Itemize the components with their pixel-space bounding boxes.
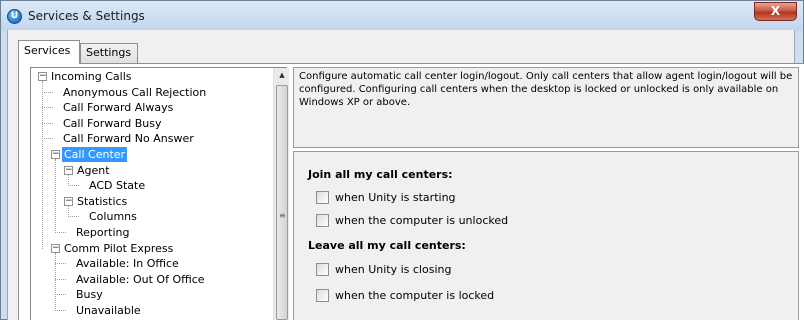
tree-item-call-forward-always[interactable]: Call Forward Always — [31, 100, 281, 115]
tree-item-label[interactable]: Busy — [74, 287, 105, 302]
tree-item-label[interactable]: Call Forward No Answer — [61, 131, 196, 146]
tree-item-anonymous-call-rejection[interactable]: Anonymous Call Rejection — [31, 85, 281, 100]
unity-app-icon: U — [7, 9, 22, 24]
tree-item-call-forward-busy[interactable]: Call Forward Busy — [31, 116, 281, 131]
leave-on-close-label[interactable]: when Unity is closing — [335, 263, 451, 276]
collapse-toggle-icon[interactable]: − — [51, 243, 60, 253]
window-title: Services & Settings — [28, 9, 145, 23]
services-tree[interactable]: − Incoming Calls Anonymous Call Rejection C… — [30, 67, 287, 320]
tree-item-label[interactable]: Unavailable — [74, 303, 143, 318]
title-bar[interactable]: U Services & Settings X — [1, 1, 803, 31]
tree-item-available-out-of-office[interactable]: Available: Out Of Office — [31, 272, 281, 287]
tree-item-label[interactable]: Incoming Calls — [49, 69, 133, 84]
join-on-unlock-label[interactable]: when the computer is unlocked — [335, 214, 508, 227]
tree-item-label[interactable]: Call Forward Always — [61, 100, 175, 115]
tree-item-busy[interactable]: Busy — [31, 287, 281, 302]
tree-connector — [68, 185, 79, 187]
collapse-toggle-icon[interactable]: − — [64, 196, 73, 206]
tree-item-label[interactable]: Available: In Office — [74, 256, 181, 271]
tree-scrollbar[interactable]: ▲ ≡ — [273, 68, 289, 320]
scrollbar-thumb[interactable]: ≡ — [276, 85, 288, 320]
tree-connector — [55, 310, 66, 311]
scrollbar-grip-icon: ≡ — [279, 211, 286, 220]
leave-on-close-checkbox[interactable] — [316, 263, 329, 276]
tree-item-label[interactable]: Available: Out Of Office — [74, 272, 207, 287]
tree-item-label[interactable]: Columns — [87, 209, 139, 224]
leave-section-heading: Leave all my call centers: — [308, 239, 466, 252]
tree-item-call-forward-no-answer[interactable]: Call Forward No Answer — [31, 131, 281, 146]
description-text: Configure automatic call center login/lo… — [299, 71, 793, 108]
tree-connector — [68, 216, 79, 218]
tree-item-label[interactable]: Call Center — [62, 147, 128, 162]
tree-connector — [55, 278, 66, 280]
tree-item-label[interactable]: Anonymous Call Rejection — [61, 85, 208, 100]
join-section-heading: Join all my call centers: — [308, 168, 453, 181]
tree-item-acd-state[interactable]: ACD State — [31, 178, 281, 193]
tree-item-label[interactable]: ACD State — [87, 178, 147, 193]
collapse-toggle-icon[interactable]: − — [38, 72, 47, 81]
tree-item-label[interactable]: Comm Pilot Express — [62, 241, 175, 256]
tree-item-columns[interactable]: Columns — [31, 209, 281, 224]
collapse-toggle-icon[interactable]: − — [51, 150, 60, 159]
tree-item-incoming-calls[interactable]: − Incoming Calls — [31, 69, 281, 84]
tree-item-reporting[interactable]: Reporting — [31, 225, 281, 240]
description-panel: Configure automatic call center login/lo… — [293, 67, 799, 148]
leave-on-lock-checkbox[interactable] — [316, 289, 329, 302]
join-on-start-checkbox[interactable] — [316, 191, 329, 204]
tree-connector — [55, 294, 66, 296]
join-on-unlock-checkbox[interactable] — [316, 214, 329, 227]
tree-connector — [42, 122, 53, 124]
tab-services[interactable]: Services — [18, 40, 80, 64]
tab-settings[interactable]: Settings — [80, 43, 138, 63]
tree-connector — [42, 91, 53, 93]
tree-item-label[interactable]: Call Forward Busy — [61, 116, 164, 131]
tree-item-label[interactable]: Statistics — [75, 194, 129, 209]
tree-connector — [55, 263, 66, 265]
tree-item-statistics[interactable]: − Statistics — [31, 194, 281, 209]
call-center-settings-panel: Join all my call centers: when Unity is … — [293, 151, 799, 320]
close-button[interactable]: X — [754, 2, 797, 21]
scroll-up-arrow-icon[interactable]: ▲ — [274, 68, 290, 83]
tree-item-unavailable[interactable]: Unavailable — [31, 303, 281, 318]
join-on-start-label[interactable]: when Unity is starting — [335, 191, 456, 204]
tree-item-label[interactable]: Agent — [75, 163, 112, 178]
tree-item-call-center[interactable]: − Call Center — [31, 147, 281, 162]
tree-item-comm-pilot-express[interactable]: − Comm Pilot Express — [31, 241, 281, 256]
tree-connector — [42, 107, 53, 109]
tree-connector — [55, 232, 66, 233]
tree-item-label[interactable]: Reporting — [74, 225, 131, 240]
tree-item-agent[interactable]: − Agent — [31, 163, 281, 178]
leave-on-lock-label[interactable]: when the computer is locked — [335, 289, 494, 302]
tree-item-available-in-office[interactable]: Available: In Office — [31, 256, 281, 271]
collapse-toggle-icon[interactable]: − — [64, 165, 73, 175]
tree-connector — [42, 138, 53, 140]
